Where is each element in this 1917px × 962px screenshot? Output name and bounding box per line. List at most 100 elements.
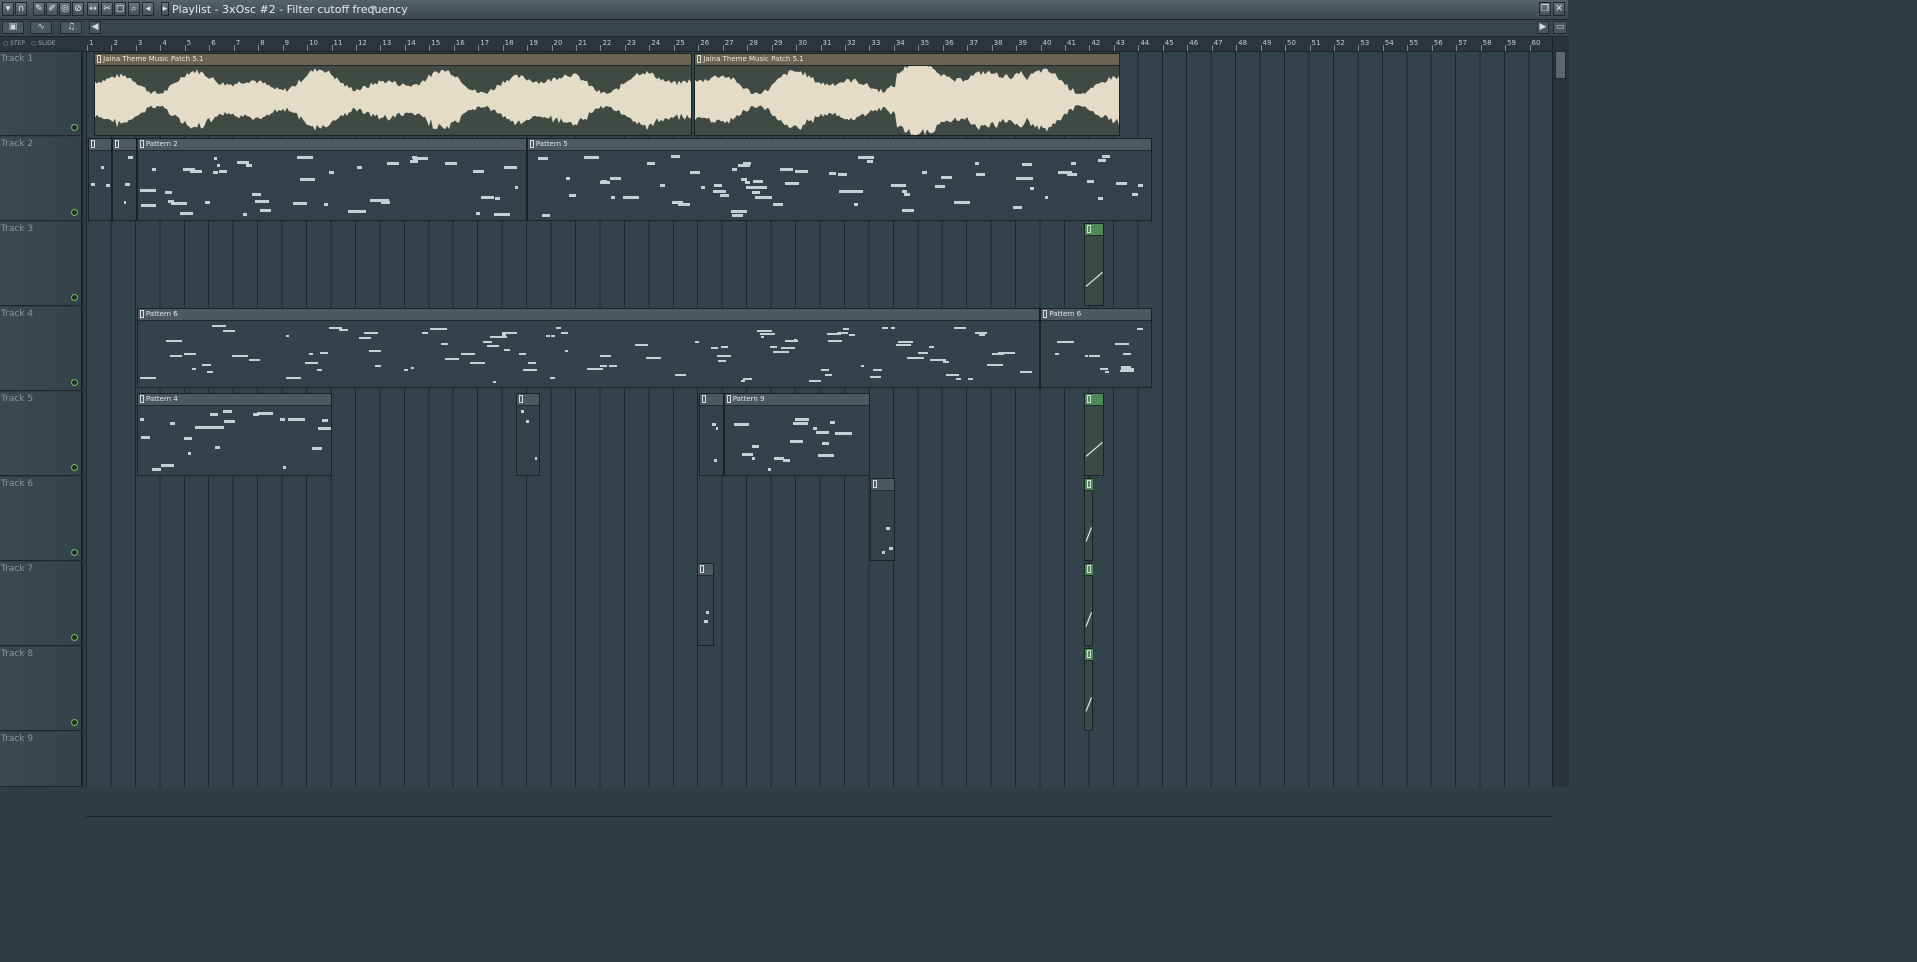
select-icon[interactable]: ▢	[114, 2, 126, 16]
clip-header[interactable]: Pattern 6	[137, 309, 1040, 321]
pattern-clip[interactable]	[112, 138, 137, 221]
slip-icon[interactable]: ↔	[87, 2, 99, 16]
ruler-tick	[1016, 45, 1018, 51]
slide-mode-toggle[interactable]: ○ SLIDE	[31, 40, 56, 47]
note-preview	[190, 170, 202, 174]
clip-header[interactable]: Pattern 6	[1041, 309, 1151, 321]
audio-clip[interactable]: Jaina Theme Music Patch 5.1	[694, 53, 1120, 136]
scroll-left-icon[interactable]: ◀	[89, 21, 101, 34]
grip-icon[interactable]: ▸	[161, 2, 169, 16]
clip-header[interactable]: Pattern 4	[137, 394, 332, 406]
track-enable-led[interactable]	[71, 294, 78, 301]
clip-header[interactable]	[89, 139, 112, 151]
magnet-icon[interactable]: ∩	[15, 2, 27, 16]
automation-picker-icon[interactable]: ∿	[30, 21, 52, 34]
pattern-clip[interactable]	[88, 138, 113, 221]
automation-clip[interactable]	[1084, 478, 1094, 561]
vertical-scroll-thumb[interactable]	[1555, 51, 1566, 79]
scroll-right-icon[interactable]: ▶	[1537, 21, 1549, 34]
clip-header[interactable]: Pattern 9	[724, 394, 870, 406]
step-mode-toggle[interactable]: ○ STEP	[3, 40, 25, 47]
automation-clip[interactable]	[1084, 223, 1104, 306]
pattern-clip[interactable]	[870, 478, 895, 561]
triangle-down-icon[interactable]: ▼	[370, 4, 376, 13]
note-preview	[795, 417, 810, 421]
delete-icon[interactable]: ◎	[59, 2, 71, 16]
ruler-tick	[429, 45, 431, 51]
pattern-clip[interactable]: Pattern 9	[723, 393, 871, 476]
track-enable-led[interactable]	[71, 549, 78, 556]
audio-clip[interactable]: Jaina Theme Music Patch 5.1	[94, 53, 692, 136]
track-header[interactable]: Track 7	[0, 562, 83, 646]
menu-icon[interactable]: ▾	[2, 2, 14, 16]
automation-clip[interactable]	[1084, 648, 1094, 731]
note-preview	[444, 161, 458, 165]
clip-header[interactable]	[700, 394, 723, 406]
clip-header[interactable]	[871, 479, 894, 491]
pattern-clip[interactable]	[515, 393, 541, 476]
track-header[interactable]: Track 3	[0, 222, 83, 306]
restore-icon[interactable]: ❐	[1539, 2, 1551, 16]
clip-header[interactable]: Pattern 2	[137, 139, 526, 151]
pattern-picker-icon[interactable]: ▣	[2, 21, 24, 34]
pencil-icon[interactable]: ✎	[33, 2, 45, 16]
track-header[interactable]: Track 5	[0, 392, 83, 476]
slice-icon[interactable]: ✂	[101, 2, 113, 16]
note-preview	[202, 364, 211, 367]
note-preview	[421, 332, 428, 335]
note-preview	[123, 200, 127, 204]
pattern-clip-icon	[699, 565, 704, 573]
ruler-bar-number: 7	[235, 39, 241, 47]
vertical-scrollbar[interactable]	[1552, 37, 1569, 787]
note-preview	[166, 340, 182, 343]
track-separator	[86, 816, 1552, 817]
track-header[interactable]: Track 9	[0, 732, 83, 787]
note-preview	[430, 327, 447, 330]
automation-line	[1085, 697, 1093, 712]
mute-icon[interactable]: ⊘	[72, 2, 84, 16]
note-preview	[170, 355, 182, 358]
clip-header[interactable]	[113, 139, 136, 151]
pattern-clip[interactable]	[696, 563, 714, 646]
ruler-bar-number: 12	[357, 39, 367, 47]
clip-header[interactable]	[516, 394, 540, 406]
pattern-clip[interactable]	[699, 393, 724, 476]
pattern-clip[interactable]: Pattern 2	[136, 138, 527, 221]
note-preview	[140, 435, 150, 439]
automation-clip[interactable]	[1084, 563, 1094, 646]
zoom-icon[interactable]: ⌕	[128, 2, 140, 16]
playback-icon[interactable]: ◂	[142, 2, 154, 16]
pattern-clip[interactable]: Pattern 6	[1040, 308, 1152, 388]
pattern-clip[interactable]: Pattern 5	[526, 138, 1152, 221]
track-header[interactable]: Track 8	[0, 647, 83, 731]
track-name: Track 7	[1, 564, 34, 574]
note-preview	[387, 161, 399, 165]
timeline-ruler[interactable]: 1 2 3 4 5 6 7 8 9 10 11 12 13 14 15 16 17 18 19 20 21 22 23 24 2…	[86, 37, 1546, 51]
track-header[interactable]: Track 1	[0, 52, 83, 136]
close-icon[interactable]: ✕	[1553, 2, 1565, 16]
track-header[interactable]: Track 6	[0, 477, 83, 561]
track-header[interactable]: Track 2	[0, 137, 83, 221]
clip-header[interactable]: Pattern 5	[527, 139, 1151, 151]
paint-icon[interactable]: ✐	[46, 2, 58, 16]
note-preview	[1021, 163, 1033, 167]
track-enable-led[interactable]	[71, 634, 78, 641]
pattern-clip[interactable]: Pattern 6	[136, 308, 1041, 388]
note-preview	[717, 354, 731, 357]
automation-clip[interactable]	[1084, 393, 1104, 476]
track-enable-led[interactable]	[71, 124, 78, 131]
track-enable-led[interactable]	[71, 719, 78, 726]
track-enable-led[interactable]	[71, 379, 78, 386]
pattern-clip[interactable]: Pattern 4	[136, 393, 333, 476]
clip-header[interactable]	[697, 564, 713, 576]
minimize-panel-icon[interactable]: ▭	[1553, 21, 1567, 34]
ruler-tick	[502, 45, 504, 51]
track-enable-led[interactable]	[71, 209, 78, 216]
track-enable-led[interactable]	[71, 464, 78, 471]
ruler-bar-number: 42	[1091, 39, 1101, 47]
note-preview	[587, 367, 604, 370]
track-header[interactable]: Track 4	[0, 307, 83, 391]
note-preview	[534, 457, 538, 461]
audio-picker-icon[interactable]: ♫	[60, 21, 82, 34]
note-preview	[151, 468, 161, 472]
